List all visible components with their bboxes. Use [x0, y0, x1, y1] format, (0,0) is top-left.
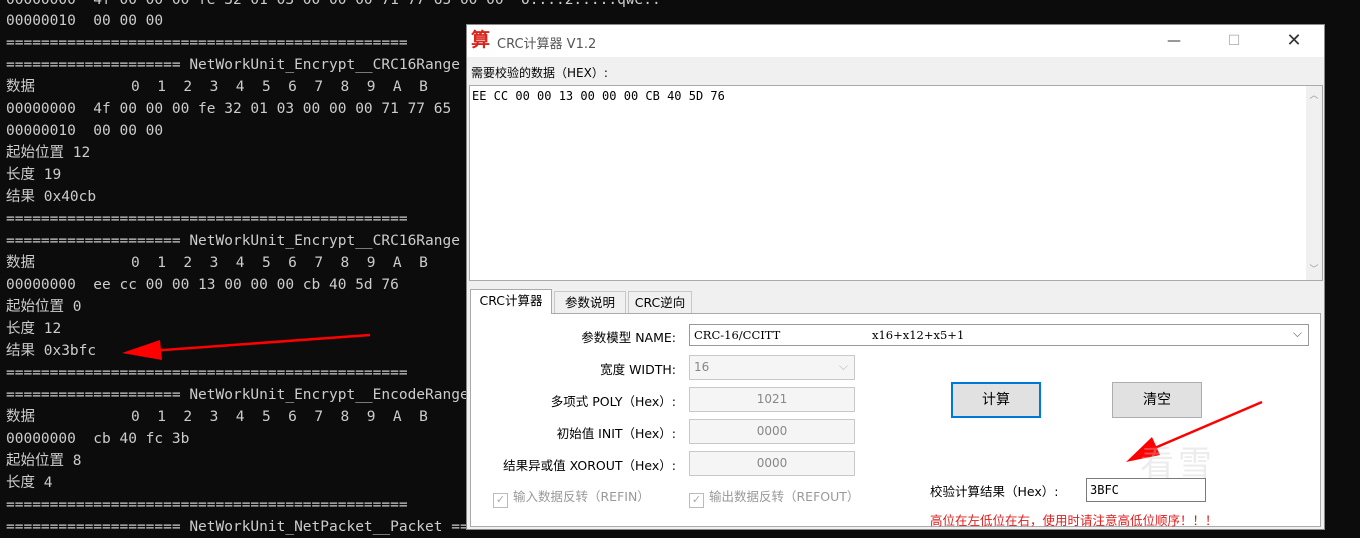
console-line: 数据 0 1 2 3 4 5 6 7 8 9 A B	[6, 409, 428, 425]
console-line: 长度 19	[6, 167, 62, 183]
watermark-logo: 看雪	[1140, 444, 1216, 484]
console-line: ========================================…	[6, 35, 408, 51]
xorout-label: 结果异或值 XOROUT（Hex）:	[503, 458, 676, 473]
model-select[interactable]: CRC-16/CCITT x16+x12+x5+1 ⌵	[689, 324, 1309, 346]
model-value: CRC-16/CCITT	[694, 328, 781, 342]
console-line: ==================== NetWorkUnit_Encrypt…	[6, 387, 469, 403]
poly-input: 1021	[689, 387, 855, 412]
console-line: 起始位置 12	[6, 145, 91, 161]
checkmark-icon: ✓	[493, 493, 508, 508]
console-line: 结果 0x40cb	[6, 189, 97, 205]
console-line: 数据 0 1 2 3 4 5 6 7 8 9 A B	[6, 79, 428, 95]
xorout-input: 0000	[689, 451, 855, 476]
window-title: CRC计算器 V1.2	[497, 37, 597, 52]
refin-checkbox: ✓ 输入数据反转（REFIN）	[493, 486, 650, 508]
refin-label: 输入数据反转（REFIN）	[513, 489, 650, 504]
tab-crc-calculator[interactable]: CRC计算器	[470, 289, 552, 314]
width-select: 16 ⌵	[689, 355, 855, 380]
width-label: 宽度 WIDTH:	[600, 362, 676, 377]
calculator-panel: 参数模型 NAME: CRC-16/CCITT x16+x12+x5+1 ⌵ 宽…	[470, 313, 1321, 528]
minimize-button[interactable]: —	[1145, 25, 1203, 57]
title-bar[interactable]: 算 CRC计算器 V1.2 — ☐ ✕	[467, 25, 1324, 57]
console-line: ========================================…	[6, 365, 408, 381]
console-line: 00000000 4f 00 00 00 fe 32 01 03 00 00 0…	[6, 101, 452, 117]
console-line: 00000010 00 00 00	[6, 123, 164, 139]
scroll-up-icon[interactable]: ︿	[1306, 88, 1322, 104]
refout-label: 输出数据反转（REFOUT）	[709, 489, 860, 504]
console-line: ========================================…	[6, 497, 408, 513]
close-button[interactable]: ✕	[1265, 25, 1323, 57]
bit-order-warning: 高位在左低位在右，使用时请注意高低位顺序！！！	[930, 513, 1218, 528]
hex-data-value: EE CC 00 00 13 00 00 00 CB 40 5D 76	[472, 89, 725, 103]
console-line: 00000000 cb 40 fc 3b	[6, 431, 190, 447]
init-input: 0000	[689, 419, 855, 444]
console-line: 长度 4	[6, 475, 53, 491]
console-line: 起始位置 8	[6, 453, 82, 469]
width-value: 16	[694, 360, 710, 374]
console-line: 数据 0 1 2 3 4 5 6 7 8 9 A B	[6, 255, 428, 271]
console-line: 起始位置 0	[6, 299, 82, 315]
console-line: 00000010 00 00 00	[6, 13, 164, 29]
console-line: 00000000 ee cc 00 00 13 00 00 00 cb 40 5…	[6, 277, 399, 293]
maximize-button[interactable]: ☐	[1205, 25, 1263, 57]
console-line: ========================================…	[6, 211, 408, 227]
clear-button[interactable]: 清空	[1112, 382, 1202, 418]
hex-data-textarea[interactable]: EE CC 00 00 13 00 00 00 CB 40 5D 76 ︿ ﹀	[469, 85, 1323, 281]
calculate-button[interactable]: 计算	[951, 382, 1041, 418]
model-poly-text: x16+x12+x5+1	[872, 328, 965, 342]
result-label: 校验计算结果（Hex）:	[930, 484, 1059, 499]
model-label: 参数模型 NAME:	[581, 330, 676, 345]
hex-input-label: 需要校验的数据（HEX）:	[471, 66, 608, 80]
chevron-down-icon: ⌵	[838, 359, 848, 373]
console-line: 长度 12	[6, 321, 62, 337]
chevron-down-icon: ⌵	[1292, 326, 1302, 340]
console-line: 结果 0x3bfc	[6, 343, 97, 359]
tab-parameter-help[interactable]: 参数说明	[554, 291, 626, 313]
scroll-down-icon[interactable]: ﹀	[1306, 262, 1322, 278]
console-line: ==================== NetWorkUnit_Encrypt…	[6, 233, 460, 249]
poly-label: 多项式 POLY（Hex）:	[550, 394, 676, 409]
init-label: 初始值 INIT（Hex）:	[556, 426, 676, 441]
app-icon: 算	[471, 29, 491, 51]
refout-checkbox: ✓ 输出数据反转（REFOUT）	[689, 486, 859, 508]
checkmark-icon: ✓	[689, 493, 704, 508]
tab-crc-reverse[interactable]: CRC逆向	[628, 291, 692, 313]
console-line: ==================== NetWorkUnit_Encrypt…	[6, 57, 460, 73]
vertical-scrollbar[interactable]: ︿ ﹀	[1306, 86, 1322, 280]
